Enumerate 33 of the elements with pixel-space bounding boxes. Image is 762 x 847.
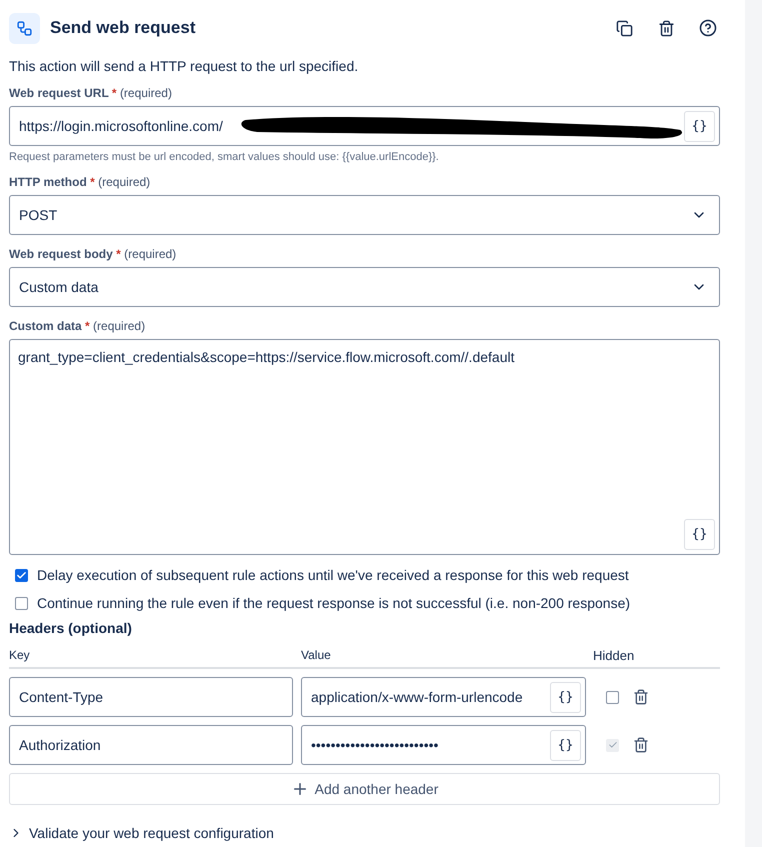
method-dropdown[interactable]: POST xyxy=(9,195,720,235)
column-header: Key xyxy=(9,648,31,663)
trash-icon[interactable] xyxy=(633,737,649,753)
key-field[interactable]: Authorization xyxy=(9,725,293,765)
smart-value-button[interactable]: {} xyxy=(550,682,581,712)
hint-text: Request parameters must be url encoded, smart values should use: {{value.urlEncode}}. xyxy=(9,151,440,163)
field-label: Custom data * (required) xyxy=(9,319,146,333)
field-label: Web request body * (required) xyxy=(9,247,178,261)
section-heading: Headers (optional) xyxy=(9,620,133,636)
key-field[interactable]: Content-Type xyxy=(9,677,293,717)
smart-value-button[interactable]: {} xyxy=(550,730,581,760)
url-field[interactable]: https://login.microsoftonline.com/ {} xyxy=(9,106,720,146)
value-field[interactable]: •••••••••••••••••••••••••• {} xyxy=(301,725,586,765)
checkbox-label: Delay execution of subsequent rule actions until we've received a response for this web request xyxy=(37,567,629,583)
smart-value-button[interactable]: {} xyxy=(684,519,715,550)
value-field[interactable]: application/x-www-form-urlencode {} xyxy=(301,677,586,717)
checkbox-label: Continue running the rule even if the request response is not successful (i.e. non-200 response) xyxy=(37,595,630,611)
checkbox[interactable] xyxy=(15,596,28,610)
trash-icon[interactable] xyxy=(633,689,649,705)
field-label: HTTP method * (required) xyxy=(9,175,152,189)
column-header: Value xyxy=(301,648,332,663)
description-text: This action will send a HTTP request to the url specified. xyxy=(9,58,360,74)
add-header-button[interactable]: Add another header xyxy=(9,773,720,805)
checkbox[interactable] xyxy=(15,568,28,582)
check-icon xyxy=(608,740,618,750)
body-dropdown[interactable]: Custom data xyxy=(9,267,720,307)
validate-link[interactable]: Validate your web request configuration xyxy=(29,825,274,841)
custom-data-field[interactable]: grant_type=client_credentials&scope=https://service.flow.microsoft.com//.default {} xyxy=(9,339,720,555)
panel-title: Send web request xyxy=(50,18,196,38)
hidden-checkbox[interactable] xyxy=(606,690,619,704)
smart-value-button[interactable]: {} xyxy=(684,110,715,142)
field-label: Web request URL * (required) xyxy=(9,86,173,100)
column-header: Hidden xyxy=(593,648,636,663)
